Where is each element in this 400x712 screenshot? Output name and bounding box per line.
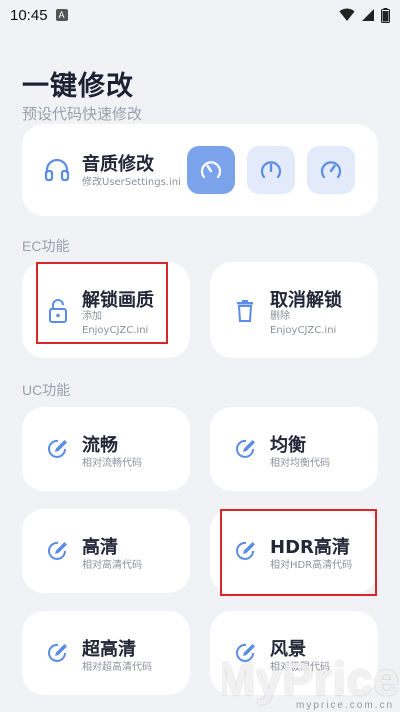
uc-card-hdr-hd-title: HDR高清 bbox=[270, 537, 350, 558]
uc-card-hd-desc: 相对高清代码 bbox=[82, 560, 142, 571]
cancel-unlock-desc-line2: EnjoyCJZC.ini bbox=[270, 325, 337, 336]
cancel-unlock-desc-line1: 删除 bbox=[270, 311, 290, 322]
watermark: MyPrice myprice.com.cn bbox=[222, 652, 400, 712]
battery-icon bbox=[381, 7, 390, 23]
status-icons bbox=[339, 7, 390, 23]
unlock-quality-desc-line2: EnjoyCJZC.ini bbox=[82, 325, 149, 336]
uc-card-hdr-hd[interactable]: HDR高清 相对HDR高清代码 bbox=[210, 509, 378, 593]
cancel-unlock-desc: 删除 EnjoyCJZC.ini bbox=[270, 310, 336, 338]
uc-card-hd-title: 高清 bbox=[82, 537, 118, 558]
uc-card-balanced-desc: 相对均衡代码 bbox=[270, 458, 330, 469]
page-subtitle: 预设代码快速修改 bbox=[22, 105, 143, 123]
uc-card-hdr-hd-desc: 相对HDR高清代码 bbox=[270, 560, 353, 571]
ec-section-label: EC功能 bbox=[22, 238, 70, 254]
quality-option-3[interactable] bbox=[307, 146, 355, 194]
unlock-quality-desc: 添加 EnjoyCJZC.ini bbox=[82, 310, 148, 338]
signal-icon bbox=[362, 9, 374, 21]
gauge-icon bbox=[200, 161, 222, 179]
unlock-quality-card[interactable]: 解锁画质 添加 EnjoyCJZC.ini bbox=[22, 262, 190, 358]
status-bar: 10:45 A bbox=[0, 0, 400, 30]
uc-card-ultra-hd-title: 超高清 bbox=[82, 639, 136, 660]
cancel-unlock-title: 取消解锁 bbox=[270, 290, 342, 311]
uc-card-balanced[interactable]: 均衡 相对均衡代码 bbox=[210, 407, 378, 491]
gauge-icon bbox=[320, 161, 342, 179]
edit-icon bbox=[48, 439, 67, 458]
audio-quality-title: 音质修改 bbox=[82, 154, 154, 175]
edit-icon bbox=[48, 643, 67, 662]
audio-quality-card: 音质修改 修改UserSettings.ini bbox=[22, 124, 378, 216]
uc-card-smooth[interactable]: 流畅 相对流畅代码 bbox=[22, 407, 190, 491]
page-title: 一键修改 bbox=[22, 71, 134, 102]
lock-open-icon bbox=[49, 299, 67, 323]
notification-badge: A bbox=[55, 9, 68, 21]
unlock-quality-title: 解锁画质 bbox=[82, 290, 154, 311]
quality-option-2[interactable] bbox=[247, 146, 295, 194]
uc-section-label: UC功能 bbox=[22, 382, 71, 398]
status-time: 10:45 bbox=[10, 6, 48, 24]
gauge-icon bbox=[260, 161, 282, 179]
unlock-quality-desc-line1: 添加 bbox=[82, 311, 102, 322]
audio-quality-desc: 修改UserSettings.ini bbox=[82, 177, 181, 188]
quality-option-1[interactable] bbox=[187, 146, 235, 194]
watermark-logo: MyPrice bbox=[222, 653, 400, 705]
uc-card-hd[interactable]: 高清 相对高清代码 bbox=[22, 509, 190, 593]
uc-card-balanced-title: 均衡 bbox=[270, 435, 306, 456]
trash-icon bbox=[237, 300, 253, 322]
headphones-icon bbox=[44, 158, 70, 182]
uc-card-smooth-title: 流畅 bbox=[82, 435, 118, 456]
cancel-unlock-card[interactable]: 取消解锁 删除 EnjoyCJZC.ini bbox=[210, 262, 378, 358]
uc-card-smooth-desc: 相对流畅代码 bbox=[82, 458, 142, 469]
edit-icon bbox=[236, 439, 255, 458]
watermark-url: myprice.com.cn bbox=[295, 700, 394, 711]
wifi-icon bbox=[339, 8, 355, 21]
uc-card-ultra-hd[interactable]: 超高清 相对超高清代码 bbox=[22, 611, 190, 695]
edit-icon bbox=[48, 541, 67, 560]
edit-icon bbox=[236, 541, 255, 560]
uc-card-ultra-hd-desc: 相对超高清代码 bbox=[82, 662, 152, 673]
